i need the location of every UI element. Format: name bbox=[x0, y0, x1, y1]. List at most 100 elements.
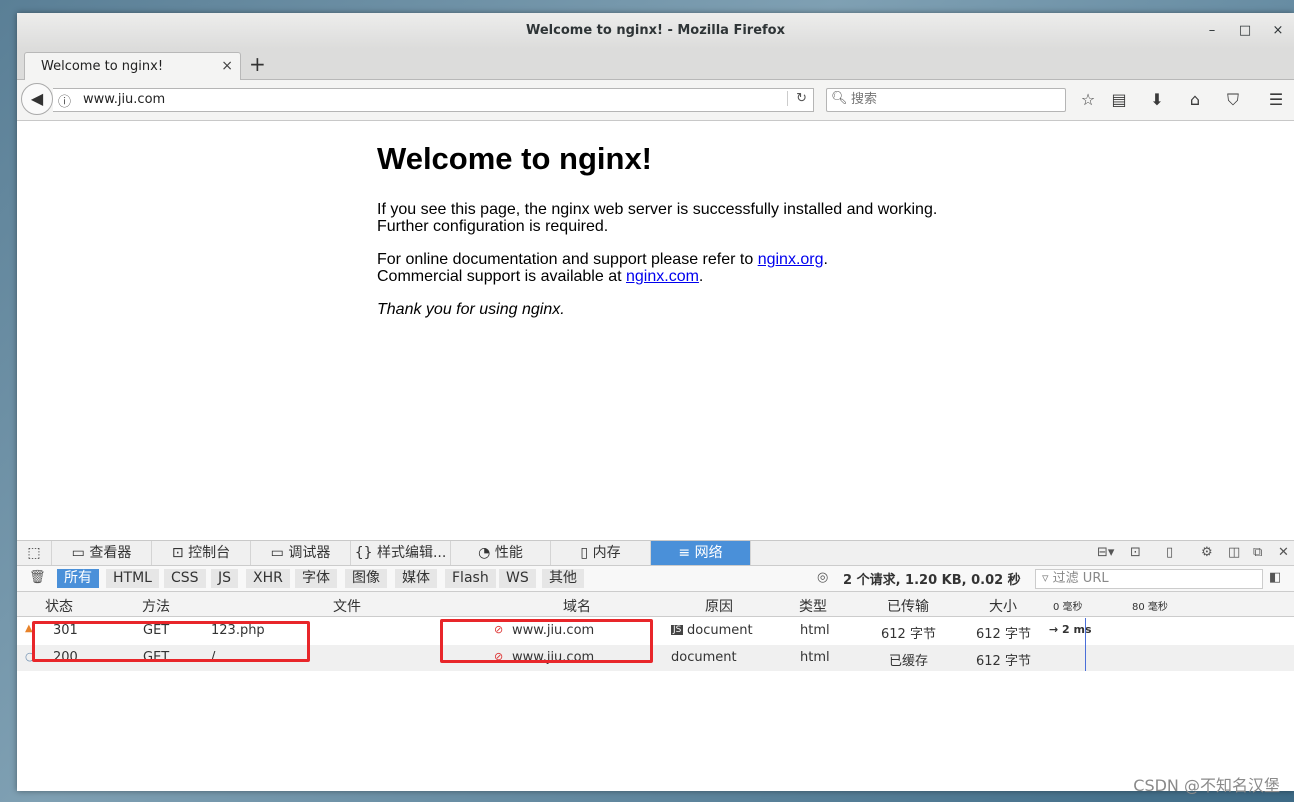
performance-icon: ◔ bbox=[478, 545, 495, 561]
debugger-icon: ▭ bbox=[270, 545, 289, 561]
network-filter-bar: 🗑︎ 所有 HTML CSS JS XHR 字体 图像 媒体 Flash WS … bbox=[17, 566, 1294, 592]
row-type: html bbox=[800, 623, 830, 638]
url-filter-placeholder: 过滤 URL bbox=[1052, 571, 1109, 586]
layout-dropdown-icon[interactable]: ⊟▾ bbox=[1097, 545, 1114, 560]
maximize-button[interactable]: □ bbox=[1236, 22, 1254, 40]
tab-debugger[interactable]: ▭ 调试器 bbox=[251, 541, 351, 565]
intro-line1: If you see this page, the nginx web serv… bbox=[377, 201, 938, 218]
settings-gear-icon[interactable]: ⚙ bbox=[1201, 545, 1213, 560]
title-bar: Welcome to nginx! - Mozilla Firefox – □ … bbox=[17, 13, 1294, 50]
tab-style-editor-label: 样式编辑... bbox=[376, 545, 447, 561]
tab-memory-label: 内存 bbox=[592, 545, 621, 561]
inspector-icon: ▭ bbox=[71, 545, 90, 561]
close-devtools-icon[interactable]: ✕ bbox=[1278, 545, 1289, 560]
filter-ws[interactable]: WS bbox=[499, 569, 536, 588]
highlight-box-domain bbox=[440, 619, 653, 663]
tab-network[interactable]: ≡ 网络 bbox=[651, 541, 751, 565]
row-type: html bbox=[800, 650, 830, 665]
tab-title: Welcome to nginx! bbox=[41, 59, 164, 74]
tab-strip: Welcome to nginx! × + bbox=[17, 49, 1294, 80]
trash-icon[interactable]: 🗑︎ bbox=[29, 570, 46, 585]
search-input[interactable] bbox=[849, 91, 1053, 108]
style-editor-icon: {} bbox=[354, 545, 377, 561]
filter-flash[interactable]: Flash bbox=[445, 569, 496, 588]
dock-side-icon[interactable]: ◫ bbox=[1228, 545, 1240, 560]
reload-icon[interactable]: ↻ bbox=[787, 91, 807, 106]
nginx-org-link[interactable]: nginx.org bbox=[758, 251, 824, 268]
col-size[interactable]: 大小 bbox=[989, 596, 1017, 616]
tab-inspector[interactable]: ▭ 查看器 bbox=[52, 541, 152, 565]
bookmark-star-icon[interactable]: ☆ bbox=[1077, 90, 1099, 109]
filter-html[interactable]: HTML bbox=[106, 569, 159, 588]
filter-js[interactable]: JS bbox=[211, 569, 239, 588]
col-cause[interactable]: 原因 bbox=[705, 596, 733, 616]
performance-analysis-icon[interactable]: ◎ bbox=[817, 570, 828, 585]
js-icon: JS bbox=[671, 625, 684, 635]
tab-nginx[interactable]: Welcome to nginx! × bbox=[24, 52, 241, 80]
minimize-button[interactable]: – bbox=[1203, 22, 1221, 40]
col-domain[interactable]: 域名 bbox=[563, 596, 591, 616]
url-filter-input[interactable]: ▿ 过滤 URL bbox=[1035, 569, 1263, 589]
download-icon[interactable]: ⬇ bbox=[1146, 90, 1168, 109]
thanks-text: Thank you for using nginx. bbox=[377, 301, 565, 318]
support-line2-end: . bbox=[698, 268, 704, 285]
page-heading: Welcome to nginx! bbox=[377, 141, 653, 176]
filter-fonts[interactable]: 字体 bbox=[295, 569, 337, 588]
support-paragraph: For online documentation and support ple… bbox=[377, 251, 937, 285]
tab-style-editor[interactable]: {} 样式编辑... bbox=[351, 541, 451, 565]
page-content: Welcome to nginx! If you see this page, … bbox=[17, 121, 1294, 539]
close-window-button[interactable]: × bbox=[1269, 22, 1287, 40]
thanks-paragraph: Thank you for using nginx. bbox=[377, 301, 937, 318]
col-status[interactable]: 状态 bbox=[45, 596, 73, 616]
tab-performance[interactable]: ◔ 性能 bbox=[451, 541, 551, 565]
intro-line2: Further configuration is required. bbox=[377, 218, 609, 235]
col-file[interactable]: 文件 bbox=[333, 596, 361, 616]
network-table-header: 状态 方法 文件 域名 原因 类型 已传输 大小 0 毫秒 80 毫秒 bbox=[17, 592, 1294, 617]
filter-media[interactable]: 媒体 bbox=[395, 569, 437, 588]
request-summary: 2 个请求, 1.20 KB, 0.02 秒 bbox=[843, 573, 1021, 588]
nginx-com-link[interactable]: nginx.com bbox=[626, 268, 699, 285]
url-bar[interactable]: ⓘ www.jiu.com ↻ bbox=[53, 88, 814, 112]
watermark: CSDN @不知名汉堡 bbox=[1133, 776, 1280, 795]
filter-images[interactable]: 图像 bbox=[345, 569, 387, 588]
split-console-icon[interactable]: ⊡ bbox=[1130, 545, 1141, 560]
element-picker-icon[interactable]: ⬚ bbox=[17, 541, 52, 565]
timeline-tick-0: 0 毫秒 bbox=[1053, 602, 1083, 613]
responsive-mode-icon[interactable]: ▯ bbox=[1166, 545, 1173, 560]
reading-list-icon[interactable]: ▤ bbox=[1108, 90, 1130, 109]
search-icon: 🔍︎ bbox=[831, 91, 848, 106]
firefox-window: Welcome to nginx! - Mozilla Firefox – □ … bbox=[17, 13, 1294, 791]
row-transferred: 已缓存 bbox=[889, 654, 929, 669]
search-box[interactable]: 🔍︎ bbox=[826, 88, 1066, 112]
tab-close-icon[interactable]: × bbox=[221, 58, 233, 74]
support-line2-text: Commercial support is available at bbox=[377, 268, 626, 285]
pocket-icon[interactable]: ⛉ bbox=[1222, 90, 1244, 110]
intro-paragraph: If you see this page, the nginx web serv… bbox=[377, 201, 937, 235]
info-icon[interactable]: ⓘ bbox=[58, 91, 71, 110]
filter-css[interactable]: CSS bbox=[164, 569, 206, 588]
row-size: 612 字节 bbox=[976, 654, 1031, 669]
tab-debugger-label: 调试器 bbox=[288, 545, 331, 561]
nav-bar: ◀ ⓘ www.jiu.com ↻ 🔍︎ ☆ ▤ ⬇ ⌂ ⛉ ☰ bbox=[17, 80, 1294, 121]
home-icon[interactable]: ⌂ bbox=[1184, 90, 1206, 109]
filter-xhr[interactable]: XHR bbox=[246, 569, 290, 588]
undock-icon[interactable]: ⧉ bbox=[1253, 545, 1262, 560]
devtools-panel: ⬚ ▭ 查看器 ⊡ 控制台 ▭ 调试器 {} 样式编辑... ◔ 性能 ▯ 内存… bbox=[17, 540, 1294, 791]
col-transferred[interactable]: 已传输 bbox=[887, 596, 929, 616]
filter-other[interactable]: 其他 bbox=[542, 569, 584, 588]
tab-network-label: 网络 bbox=[694, 545, 723, 561]
back-button[interactable]: ◀ bbox=[21, 83, 53, 115]
menu-icon[interactable]: ☰ bbox=[1265, 90, 1287, 109]
support-line1-end: . bbox=[823, 251, 828, 268]
toggle-sidebar-icon[interactable]: ◧ bbox=[1269, 570, 1281, 585]
col-type[interactable]: 类型 bbox=[799, 596, 827, 616]
network-icon: ≡ bbox=[678, 545, 695, 561]
filter-all[interactable]: 所有 bbox=[57, 569, 99, 588]
window-title: Welcome to nginx! - Mozilla Firefox bbox=[525, 23, 786, 38]
url-text[interactable]: www.jiu.com bbox=[83, 92, 165, 107]
tab-memory[interactable]: ▯ 内存 bbox=[551, 541, 651, 565]
col-method[interactable]: 方法 bbox=[142, 596, 170, 616]
nginx-page: Welcome to nginx! If you see this page, … bbox=[377, 141, 937, 334]
new-tab-button[interactable]: + bbox=[249, 52, 266, 76]
tab-console[interactable]: ⊡ 控制台 bbox=[152, 541, 251, 565]
